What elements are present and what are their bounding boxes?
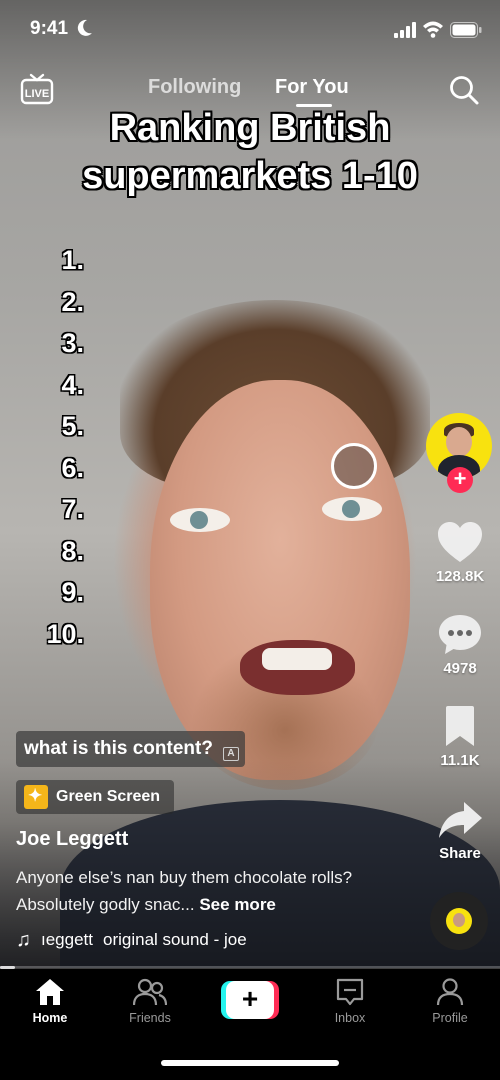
effect-label: Green Screen <box>56 788 161 805</box>
svg-text:LIVE: LIVE <box>25 88 49 100</box>
sound-info[interactable]: ♫ ıeggett original sound - joe <box>16 927 286 953</box>
plus-icon: + <box>226 981 274 1019</box>
sound-disc-artwork <box>446 908 472 934</box>
camera-ring-overlay <box>331 443 377 489</box>
rank-item: 1. <box>61 245 84 275</box>
tab-home-label: Home <box>32 1011 68 1025</box>
music-note-icon: ♫ <box>16 928 31 951</box>
cellular-signal-icon <box>394 22 416 38</box>
follow-button[interactable]: + <box>447 467 473 493</box>
rank-item: 9. <box>61 577 84 607</box>
comment-reply-sticker[interactable]: what is this content? A <box>16 731 245 767</box>
rank-item: 10. <box>46 618 84 649</box>
moon-icon <box>77 19 92 36</box>
rank-item: 6. <box>61 452 84 483</box>
avatar-head <box>446 427 472 457</box>
live-icon[interactable]: LIVE <box>20 72 54 106</box>
search-icon[interactable] <box>448 74 480 106</box>
status-bar: 9:41 <box>0 0 500 56</box>
video-subject-eye-left <box>170 508 230 532</box>
home-icon <box>36 979 64 1005</box>
video-subject-mouth <box>240 640 355 695</box>
tab-home[interactable]: Home <box>10 977 90 1025</box>
like-count: 128.8K <box>435 568 485 585</box>
title-line-1: Ranking British <box>109 107 391 149</box>
rank-item: 7. <box>61 494 84 524</box>
comment-icon[interactable] <box>436 612 484 656</box>
green-screen-effect-icon <box>24 785 48 809</box>
battery-icon <box>450 22 482 38</box>
video-overlay-title: Ranking British supermarkets 1-10 <box>0 104 500 200</box>
friends-icon <box>133 978 167 1006</box>
title-line-2: supermarkets 1-10 <box>82 155 418 197</box>
rank-list: 1. 2. 3. 4. 5. 6. 7. 8. 9. 10. <box>34 240 94 655</box>
effect-chip[interactable]: Green Screen <box>16 780 175 814</box>
save-count: 11.1K <box>440 752 480 769</box>
heart-icon[interactable] <box>436 520 484 564</box>
tab-friends-label: Friends <box>129 1011 171 1025</box>
tab-following[interactable]: Following <box>148 76 241 99</box>
post-caption[interactable]: Anyone else’s nan buy them chocolate rol… <box>16 864 396 918</box>
tab-inbox[interactable]: Inbox <box>310 977 390 1025</box>
tab-inbox-label: Inbox <box>334 1011 366 1025</box>
profile-icon <box>436 978 464 1006</box>
status-time: 9:41 <box>30 18 69 39</box>
wifi-icon <box>423 21 443 38</box>
video-subject-eye-right <box>322 497 382 521</box>
create-button[interactable]: + <box>221 981 279 1019</box>
comment-count: 4978 <box>443 660 477 677</box>
rank-item: 2. <box>61 286 84 317</box>
inbox-icon <box>336 978 364 1006</box>
bookmark-icon[interactable] <box>436 704 484 748</box>
tab-friends[interactable]: Friends <box>110 977 190 1025</box>
tab-for-you[interactable]: For You <box>275 76 349 99</box>
share-icon[interactable] <box>436 798 484 842</box>
sound-title: original sound - joe <box>103 930 247 949</box>
see-more-link[interactable]: See more <box>199 895 276 914</box>
tab-profile-label: Profile <box>432 1011 468 1025</box>
sound-disc[interactable] <box>430 892 488 950</box>
rank-item: 3. <box>61 328 84 358</box>
translate-icon: A <box>222 747 239 761</box>
sound-artist: ıeggett <box>41 930 93 949</box>
home-indicator <box>161 1060 339 1066</box>
bottom-tab-bar: Home Friends + Inbox Profile <box>0 969 500 1080</box>
share-label[interactable]: Share <box>415 845 500 862</box>
rank-item: 4. <box>61 369 84 400</box>
sticker-text: what is this content? <box>24 738 213 759</box>
caption-text: Anyone else’s nan buy them chocolate rol… <box>16 868 353 914</box>
rank-item: 5. <box>61 411 84 441</box>
author-name[interactable]: Joe Leggett <box>16 828 128 851</box>
tab-profile[interactable]: Profile <box>410 977 490 1025</box>
rank-item: 8. <box>61 535 84 566</box>
